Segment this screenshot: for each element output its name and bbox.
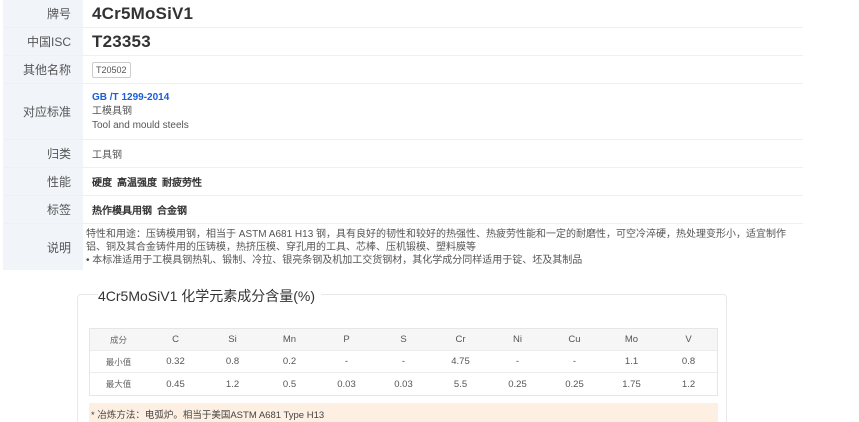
tag-item[interactable]: 合金钢 bbox=[157, 202, 187, 217]
standard-cn-name: 工模具钢 bbox=[92, 105, 132, 117]
other-name-tag[interactable]: T20502 bbox=[92, 61, 131, 78]
table-cell: 0.25 bbox=[508, 378, 527, 390]
header-cell: V bbox=[685, 334, 692, 345]
row-other-names: 其他名称 T20502 bbox=[3, 56, 803, 84]
description-line: • 本标准适用于工模具钢热轧、锻制、冷拉、银亮条钢及机加工交货钢材，其化学成分同… bbox=[86, 255, 583, 266]
row-standard: 对应标准 GB /T 1299-2014 工模具钢 Tool and mould… bbox=[3, 84, 803, 140]
table-cell: 1.1 bbox=[624, 356, 639, 367]
row-properties: 性能 硬度 高温强度 耐疲劳性 bbox=[3, 168, 803, 196]
table-cell: 0.03 bbox=[337, 378, 356, 390]
table-cell: 0.2 bbox=[282, 356, 297, 367]
description-line: 铝、铜及其合金铸件用的压铸模，热挤压模、穿孔用的工具、芯棒、压机锻模、塑料膜等 bbox=[86, 242, 476, 253]
table-cell: 1.2 bbox=[225, 378, 240, 390]
table-cell: 0.32 bbox=[166, 356, 185, 367]
smelting-note: * 冶炼方法：电弧炉。相当于美国ASTM A681 Type H13 bbox=[89, 403, 718, 422]
standard-en-name: Tool and mould steels bbox=[92, 119, 189, 131]
row-category: 归类 工具钢 bbox=[3, 140, 803, 168]
header-cell: Cu bbox=[568, 334, 581, 345]
table-cell: 0.45 bbox=[166, 378, 185, 390]
row-label: 最大值 bbox=[105, 379, 132, 389]
table-cell: 1.2 bbox=[681, 378, 696, 390]
table-cell: 0.03 bbox=[394, 378, 413, 390]
other-names-label: 其他名称 bbox=[3, 56, 83, 83]
tags-label: 标签 bbox=[3, 196, 83, 223]
table-cell: - bbox=[515, 356, 520, 367]
row-tags: 标签 热作模具用钢 合金钢 bbox=[3, 196, 803, 224]
chemistry-title: 4Cr5MoSiV1 化学元素成分含量(%) bbox=[98, 286, 322, 306]
isc-value: T23353 bbox=[92, 31, 151, 51]
description-line: 特性和用途：压铸模用钢，相当于 ASTM A681 H13 钢，具有良好的韧性和… bbox=[86, 229, 787, 240]
tag-item[interactable]: 热作模具用钢 bbox=[92, 202, 152, 217]
chemistry-min-row: 最小值 0.32 0.8 0.2 - - 4.75 - - 1.1 0.8 bbox=[90, 351, 717, 373]
material-info-table: 牌号 4Cr5MoSiV1 中国ISC T23353 其他名称 T20502 对… bbox=[3, 0, 803, 270]
table-cell: 1.75 bbox=[622, 378, 641, 390]
table-cell: 0.8 bbox=[681, 356, 696, 367]
chemistry-panel: 4Cr5MoSiV1 化学元素成分含量(%) 成分 C Si Mn P S Cr… bbox=[77, 286, 727, 422]
category-label: 归类 bbox=[3, 140, 83, 167]
row-label: 最小值 bbox=[105, 356, 132, 367]
table-cell: 5.5 bbox=[453, 378, 468, 390]
chemistry-max-row: 最大值 0.45 1.2 0.5 0.03 0.03 5.5 0.25 0.25… bbox=[90, 373, 717, 395]
property-item: 硬度 bbox=[92, 178, 112, 189]
header-cell: Mo bbox=[624, 334, 639, 345]
property-item: 高温强度 bbox=[117, 178, 157, 189]
table-cell: - bbox=[572, 356, 577, 367]
table-cell: 0.25 bbox=[565, 378, 584, 390]
property-item: 耐疲劳性 bbox=[162, 178, 202, 189]
description-label: 说明 bbox=[3, 224, 83, 270]
table-cell: 4.75 bbox=[451, 356, 470, 367]
header-cell: Ni bbox=[513, 334, 522, 345]
grade-label: 牌号 bbox=[3, 0, 83, 27]
header-cell: Cr bbox=[455, 334, 466, 345]
category-value: 工具钢 bbox=[92, 150, 122, 161]
header-cell: 成分 bbox=[109, 334, 127, 345]
standard-code-link[interactable]: GB /T 1299-2014 bbox=[92, 91, 169, 105]
row-description: 说明 特性和用途：压铸模用钢，相当于 ASTM A681 H13 钢，具有良好的… bbox=[3, 224, 803, 270]
row-isc: 中国ISC T23353 bbox=[3, 28, 803, 56]
chemistry-header-row: 成分 C Si Mn P S Cr Ni Cu Mo V bbox=[90, 329, 717, 351]
properties-label: 性能 bbox=[3, 168, 83, 195]
chemistry-table: 成分 C Si Mn P S Cr Ni Cu Mo V 最小值 0.32 0.… bbox=[89, 328, 718, 396]
standard-label: 对应标准 bbox=[3, 84, 83, 139]
header-cell: C bbox=[172, 334, 179, 345]
table-cell: 0.8 bbox=[225, 356, 240, 367]
table-cell: 0.5 bbox=[282, 378, 297, 390]
grade-value: 4Cr5MoSiV1 bbox=[92, 3, 194, 23]
row-grade: 牌号 4Cr5MoSiV1 bbox=[3, 0, 803, 28]
header-cell: Si bbox=[228, 334, 237, 345]
table-cell: - bbox=[344, 356, 349, 367]
header-cell: S bbox=[400, 334, 407, 345]
header-cell: P bbox=[343, 334, 350, 345]
isc-label: 中国ISC bbox=[3, 28, 83, 55]
header-cell: Mn bbox=[282, 334, 297, 345]
table-cell: - bbox=[401, 356, 406, 367]
